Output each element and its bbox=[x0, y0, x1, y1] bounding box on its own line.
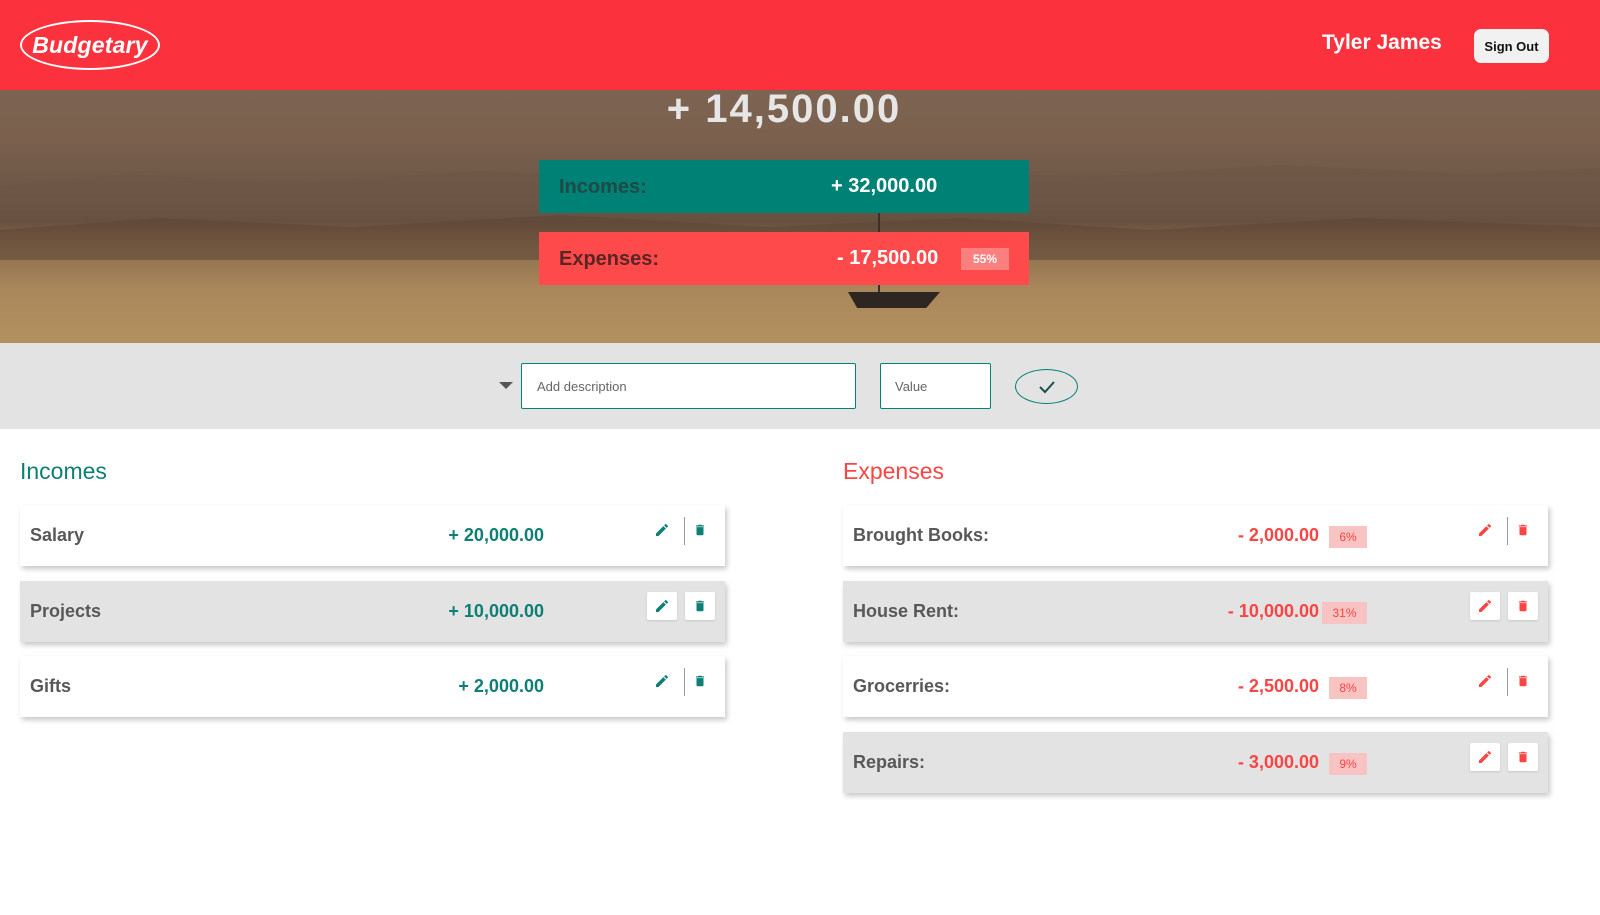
caret-down-icon[interactable] bbox=[499, 382, 513, 389]
logo-text: Budgetary bbox=[32, 31, 148, 58]
expenses-title: Expenses bbox=[843, 458, 945, 484]
expenses-summary-label: Expenses: bbox=[559, 248, 660, 270]
income-description: Salary bbox=[30, 525, 85, 545]
expense-item: Repairs: - 3,000.00 9% bbox=[843, 732, 1548, 793]
pencil-icon bbox=[1479, 674, 1492, 687]
expense-value: - 10,000.00 bbox=[1227, 601, 1319, 621]
edit-button[interactable] bbox=[1470, 516, 1500, 544]
expense-percent-badge: 9% bbox=[1329, 753, 1367, 775]
value-input[interactable] bbox=[880, 363, 991, 409]
description-input[interactable] bbox=[521, 363, 856, 409]
submit-button[interactable] bbox=[1015, 369, 1078, 404]
checkmark-icon bbox=[1038, 380, 1055, 393]
edit-button[interactable] bbox=[647, 592, 677, 620]
edit-button[interactable] bbox=[1470, 592, 1500, 620]
income-description: Gifts bbox=[30, 676, 72, 696]
delete-button[interactable] bbox=[1508, 516, 1538, 544]
budget-total: + 14,500.00 bbox=[666, 87, 902, 131]
incomes-title: Incomes bbox=[20, 458, 107, 484]
trash-icon bbox=[1518, 524, 1528, 536]
expense-percent-badge: 6% bbox=[1329, 526, 1367, 548]
income-value: + 2,000.00 bbox=[458, 676, 544, 696]
expense-value: - 2,000.00 bbox=[1237, 525, 1319, 545]
expense-description: House Rent: bbox=[853, 601, 960, 621]
trash-icon bbox=[695, 524, 705, 536]
trash-icon bbox=[695, 600, 705, 612]
trash-icon bbox=[695, 675, 705, 687]
delete-button[interactable] bbox=[1508, 592, 1538, 620]
incomes-summary-label: Incomes: bbox=[559, 176, 647, 198]
logo[interactable]: Budgetary bbox=[20, 20, 160, 70]
trash-icon bbox=[1518, 600, 1528, 612]
pencil-icon bbox=[1479, 523, 1492, 536]
income-value: + 20,000.00 bbox=[448, 525, 544, 545]
expense-item: Grocerries: - 2,500.00 8% bbox=[843, 656, 1548, 717]
income-value: + 10,000.00 bbox=[448, 601, 544, 621]
expenses-percent-badge: 55% bbox=[961, 248, 1009, 270]
user-name: Tyler James bbox=[1322, 31, 1442, 54]
edit-button[interactable] bbox=[1470, 667, 1500, 695]
expenses-summary-value: - 17,500.00 bbox=[837, 247, 939, 269]
edit-button[interactable] bbox=[647, 516, 677, 544]
delete-button[interactable] bbox=[1508, 743, 1538, 771]
income-description: Projects bbox=[30, 601, 102, 621]
sign-out-button[interactable]: Sign Out bbox=[1474, 29, 1549, 63]
incomes-summary: Incomes: + 32,000.00 bbox=[539, 160, 1029, 213]
trash-icon bbox=[1518, 675, 1528, 687]
expense-description: Grocerries: bbox=[853, 676, 951, 696]
delete-button[interactable] bbox=[685, 592, 715, 620]
expense-value: - 2,500.00 bbox=[1237, 676, 1319, 696]
pencil-icon bbox=[1479, 750, 1492, 763]
income-item: Salary + 20,000.00 bbox=[20, 505, 725, 566]
pencil-icon bbox=[656, 674, 669, 687]
edit-button[interactable] bbox=[647, 667, 677, 695]
expense-percent-badge: 8% bbox=[1329, 677, 1367, 699]
pencil-icon bbox=[1479, 599, 1492, 612]
expense-description: Repairs: bbox=[853, 752, 926, 772]
incomes-summary-value: + 32,000.00 bbox=[831, 175, 938, 197]
top-bar: Budgetary Tyler James Sign Out bbox=[0, 0, 1600, 90]
expense-percent-badge: 31% bbox=[1322, 602, 1367, 624]
expense-description: Brought Books: bbox=[853, 525, 989, 545]
income-item: Projects + 10,000.00 bbox=[20, 581, 725, 642]
pencil-icon bbox=[656, 523, 669, 536]
expense-item: House Rent: - 10,000.00 31% bbox=[843, 581, 1548, 642]
expenses-summary: Expenses: - 17,500.00 bbox=[539, 232, 1029, 285]
trash-icon bbox=[1518, 751, 1528, 763]
delete-button[interactable] bbox=[685, 516, 715, 544]
expense-item: Brought Books: - 2,000.00 6% bbox=[843, 505, 1548, 566]
delete-button[interactable] bbox=[1508, 667, 1538, 695]
income-item: Gifts + 2,000.00 bbox=[20, 656, 725, 717]
pencil-icon bbox=[656, 599, 669, 612]
boat bbox=[848, 292, 940, 308]
edit-button[interactable] bbox=[1470, 743, 1500, 771]
expense-value: - 3,000.00 bbox=[1237, 752, 1319, 772]
delete-button[interactable] bbox=[685, 667, 715, 695]
